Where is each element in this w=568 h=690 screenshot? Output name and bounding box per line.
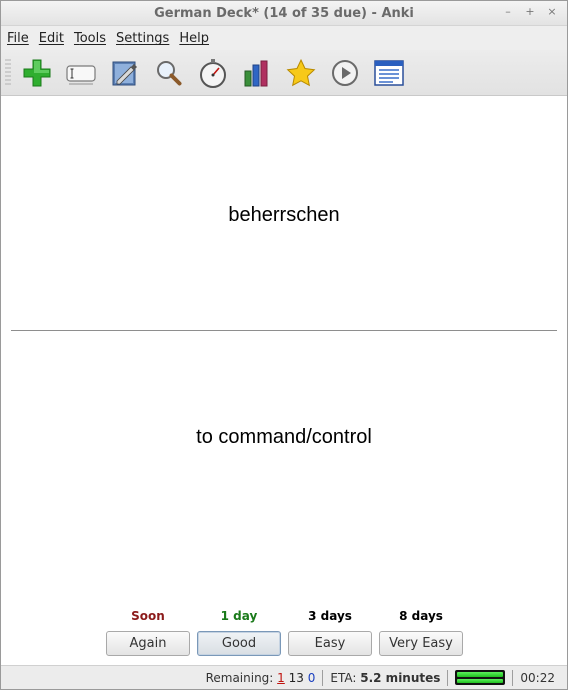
minimize-icon[interactable]: –: [503, 5, 513, 18]
interval-label: 3 days: [308, 609, 352, 623]
title-bar[interactable]: German Deck* (14 of 35 due) - Anki – + ×: [1, 1, 567, 26]
remaining-counts: Remaining: 1 13 0: [206, 666, 316, 689]
add-button[interactable]: [19, 55, 55, 91]
eta-value: 5.2 minutes: [360, 670, 441, 685]
menu-bar: File Edit Tools Settings Help: [1, 26, 567, 50]
interval-label: 8 days: [399, 609, 443, 623]
stats-icon: [244, 60, 268, 86]
good-button[interactable]: Good: [197, 631, 281, 656]
anki-window: German Deck* (14 of 35 due) - Anki – + ×…: [0, 0, 568, 690]
eta-label: ETA:: [330, 670, 357, 685]
window-title: German Deck* (14 of 35 due) - Anki: [154, 5, 414, 21]
answer-easy: 3 days Easy: [288, 607, 372, 656]
menu-settings[interactable]: Settings: [116, 31, 169, 46]
edit-current-button[interactable]: [63, 55, 99, 91]
card-info-icon: [374, 59, 404, 86]
menu-edit[interactable]: Edit: [39, 31, 64, 46]
answer-good: 1 day Good: [197, 607, 281, 656]
close-icon[interactable]: ×: [547, 5, 557, 18]
edit-layout-button[interactable]: [107, 55, 143, 91]
mark-button[interactable]: [283, 55, 319, 91]
browse-icon: [157, 60, 182, 85]
elapsed-timer: 00:22: [520, 670, 555, 685]
very-easy-button[interactable]: Very Easy: [379, 631, 463, 656]
review-count: 0: [307, 670, 316, 685]
progress-fill-top: [457, 672, 504, 677]
replay-button[interactable]: [327, 55, 363, 91]
toolbar-grip[interactable]: [5, 58, 11, 87]
edit-layout-icon: [112, 61, 137, 85]
learning-count: 13: [288, 670, 304, 685]
answer-buttons: Soon Again 1 day Good 3 days Easy 8 days…: [1, 607, 567, 663]
card-back-text: to command/control: [196, 426, 372, 448]
progress-bar: [455, 666, 506, 689]
answer-very-easy: 8 days Very Easy: [379, 607, 463, 656]
easy-button[interactable]: Easy: [288, 631, 372, 656]
new-count: 1: [277, 670, 285, 685]
interval-label: 1 day: [220, 609, 258, 623]
stats-button[interactable]: [239, 55, 275, 91]
card-area: beherrschen to command/control: [1, 98, 567, 601]
edit-current-icon: [66, 64, 96, 85]
status-separator: [512, 669, 514, 686]
card-front-text: beherrschen: [228, 204, 340, 226]
replay-audio-icon: [332, 59, 358, 86]
progress-fill-bottom: [457, 678, 504, 683]
answer-again: Soon Again: [106, 607, 190, 656]
answer-divider: [11, 330, 557, 331]
remaining-label: Remaining:: [205, 670, 274, 685]
menu-tools[interactable]: Tools: [74, 31, 106, 46]
status-separator: [447, 669, 449, 686]
progress-meter: [455, 670, 506, 685]
timer-icon: [200, 58, 226, 88]
eta: ETA: 5.2 minutes: [330, 666, 440, 689]
status-bar: Remaining: 1 13 0 ETA: 5.2 minutes 00:22: [1, 665, 567, 689]
card-info-button[interactable]: [371, 55, 407, 91]
window-controls: – + ×: [503, 5, 557, 18]
toolbar: [1, 50, 567, 96]
maximize-icon[interactable]: +: [525, 5, 535, 18]
menu-file[interactable]: File: [7, 31, 29, 46]
interval-label: Soon: [131, 609, 165, 623]
add-icon: [23, 59, 51, 86]
timer-button[interactable]: [195, 55, 231, 91]
mark-star-icon: [286, 58, 316, 86]
status-separator: [322, 669, 324, 686]
browse-button[interactable]: [151, 55, 187, 91]
menu-help[interactable]: Help: [179, 31, 209, 46]
again-button[interactable]: Again: [106, 631, 190, 656]
